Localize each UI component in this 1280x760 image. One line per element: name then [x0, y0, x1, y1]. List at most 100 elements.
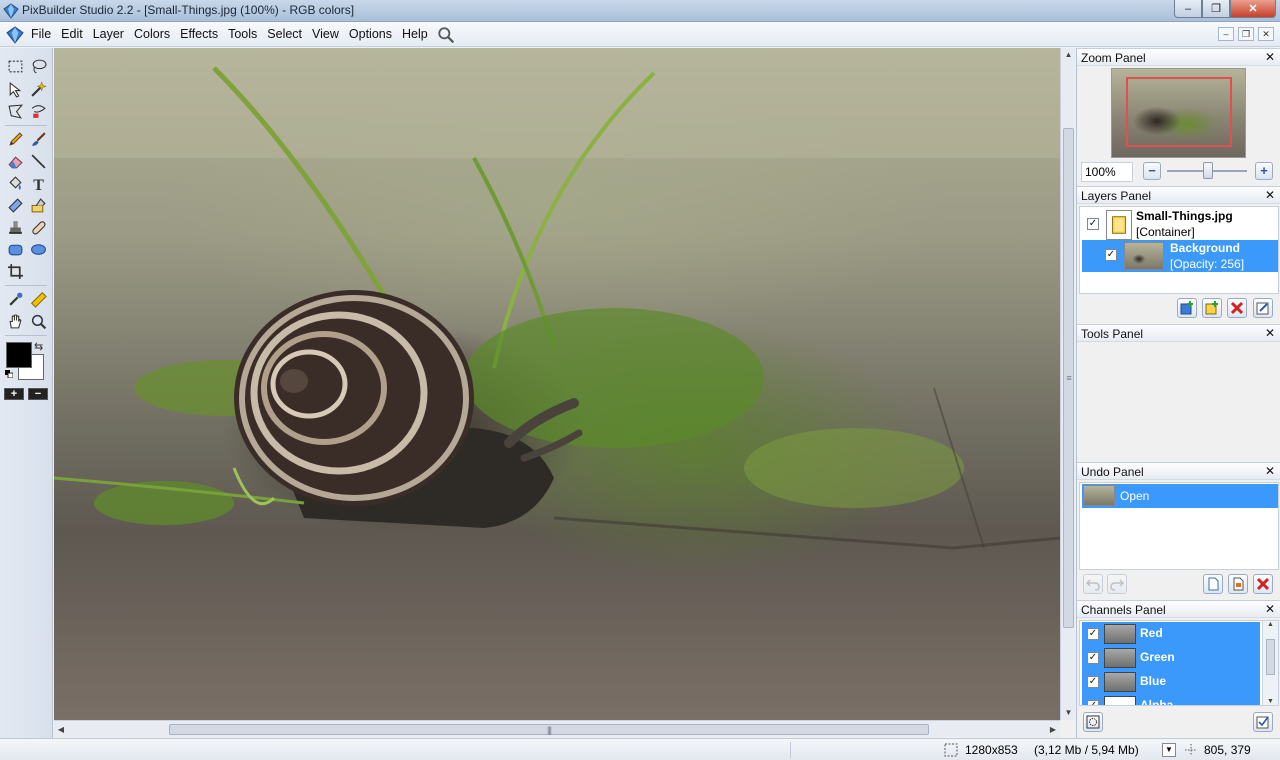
redo-arrow-icon [1110, 579, 1124, 591]
pencil-tool-icon[interactable] [5, 129, 25, 149]
magnetic-lasso-tool-icon[interactable] [28, 101, 48, 121]
vertical-scroll-thumb[interactable]: ≡ [1063, 128, 1074, 628]
layer-container-row[interactable]: ✓ Small-Things.jpg [Container] [1082, 208, 1278, 240]
zoom-navigator-thumbnail[interactable] [1111, 68, 1246, 158]
eyedropper-tool-icon[interactable] [5, 289, 25, 309]
menu-colors[interactable]: Colors [129, 22, 175, 47]
channel-blue-checkbox[interactable]: ✓ [1087, 676, 1099, 688]
menu-view[interactable]: View [307, 22, 344, 47]
zoom-panel-close-icon[interactable]: ✕ [1265, 50, 1275, 64]
redo-button[interactable] [1107, 574, 1127, 594]
rectangle-select-tool-icon[interactable] [5, 56, 25, 76]
foreground-color-swatch[interactable] [6, 342, 32, 368]
status-dropdown-button[interactable]: ▼ [1162, 743, 1176, 757]
measure-tool-icon[interactable] [28, 289, 48, 309]
lasso-tool-icon[interactable] [28, 56, 48, 76]
channel-alpha-checkbox[interactable]: ✓ [1087, 700, 1099, 705]
horizontal-scrollbar[interactable]: ◀ ||| ▶ [54, 720, 1060, 737]
channel-row-alpha[interactable]: ✓ Alpha [1082, 694, 1260, 706]
snapshot-button[interactable] [1228, 574, 1248, 594]
zoom-out-button[interactable]: − [1143, 162, 1161, 180]
channels-scrollbar[interactable]: ▲ ▼ [1262, 621, 1278, 705]
menu-effects[interactable]: Effects [175, 22, 223, 47]
smudge-tool-icon[interactable] [28, 195, 48, 215]
layer-background-row[interactable]: ┊ ✓ Background [Opacity: 256] [1082, 240, 1278, 272]
channel-row-green[interactable]: ✓ Green [1082, 646, 1260, 670]
zoom-in-small-button[interactable]: + [4, 388, 24, 400]
scroll-right-arrow-icon[interactable]: ▶ [1046, 721, 1060, 738]
vertical-scrollbar[interactable]: ▲ ≡ ▼ [1060, 48, 1075, 720]
menu-help[interactable]: Help [397, 22, 433, 47]
new-document-from-state-button[interactable] [1203, 574, 1223, 594]
line-tool-icon[interactable] [28, 151, 48, 171]
zoom-tool-icon[interactable] [28, 311, 48, 331]
undo-item[interactable]: Open [1082, 484, 1278, 508]
scroll-up-arrow-icon[interactable]: ▲ [1061, 48, 1076, 62]
channel-green-checkbox[interactable]: ✓ [1087, 652, 1099, 664]
zoom-view-rectangle[interactable] [1126, 77, 1232, 147]
undo-button[interactable] [1083, 574, 1103, 594]
brush-tool-icon[interactable] [28, 129, 48, 149]
menu-bar: File Edit Layer Colors Effects Tools Sel… [0, 22, 1280, 47]
gradient-tool-icon[interactable] [5, 195, 25, 215]
search-icon[interactable] [437, 26, 455, 44]
document-diamond-icon[interactable] [6, 26, 24, 44]
channel-as-selection-button[interactable] [1083, 712, 1103, 732]
tree-connector-icon: ┊ [1091, 244, 1098, 255]
undo-arrow-icon [1086, 579, 1100, 591]
toolbox: T ⇆ + − [0, 48, 53, 738]
image-canvas[interactable] [54, 48, 1060, 720]
fill-bucket-tool-icon[interactable] [5, 173, 25, 193]
rounded-rectangle-tool-icon[interactable] [5, 239, 25, 259]
channels-panel-close-icon[interactable]: ✕ [1265, 602, 1275, 616]
horizontal-scroll-thumb[interactable]: ||| [169, 724, 929, 735]
new-layer-button[interactable] [1177, 298, 1197, 318]
swap-colors-icon[interactable]: ⇆ [34, 340, 43, 353]
menu-tools[interactable]: Tools [223, 22, 262, 47]
channel-red-checkbox[interactable]: ✓ [1087, 628, 1099, 640]
close-button[interactable]: ✕ [1230, 0, 1276, 18]
menu-select[interactable]: Select [262, 22, 307, 47]
ellipse-tool-icon[interactable] [28, 239, 48, 259]
tools-panel-close-icon[interactable]: ✕ [1265, 326, 1275, 340]
channel-row-red[interactable]: ✓ Red [1082, 622, 1260, 646]
undo-panel-close-icon[interactable]: ✕ [1265, 464, 1275, 478]
text-tool-icon[interactable]: T [28, 173, 48, 193]
zoom-out-small-button[interactable]: − [28, 388, 48, 400]
zoom-slider-handle[interactable] [1203, 162, 1213, 179]
menu-layer[interactable]: Layer [88, 22, 129, 47]
layers-panel-close-icon[interactable]: ✕ [1265, 188, 1275, 202]
healing-tool-icon[interactable] [28, 217, 48, 237]
channel-row-blue[interactable]: ✓ Blue [1082, 670, 1260, 694]
polygon-lasso-tool-icon[interactable] [5, 101, 25, 121]
zoom-in-button[interactable]: + [1255, 162, 1273, 180]
menu-file[interactable]: File [26, 22, 56, 47]
delete-layer-button[interactable] [1227, 298, 1247, 318]
menu-options[interactable]: Options [344, 22, 397, 47]
channel-options-button[interactable] [1253, 712, 1273, 732]
crop-tool-icon[interactable] [5, 261, 25, 281]
maximize-button[interactable]: ❐ [1202, 0, 1230, 18]
scroll-down-arrow-icon[interactable]: ▼ [1061, 706, 1076, 720]
document-restore-button[interactable]: ❐ [1238, 27, 1254, 41]
zoom-value-field[interactable]: 100% [1081, 162, 1133, 182]
layer-container-visibility-checkbox[interactable]: ✓ [1087, 218, 1099, 230]
magic-wand-tool-icon[interactable] [28, 79, 48, 99]
document-close-button[interactable]: ✕ [1258, 27, 1274, 41]
layer-background-visibility-checkbox[interactable]: ✓ [1105, 249, 1117, 261]
hand-tool-icon[interactable] [5, 311, 25, 331]
eraser-tool-icon[interactable] [5, 151, 25, 171]
minimize-button[interactable]: – [1174, 0, 1202, 18]
channel-alpha-label: Alpha [1140, 698, 1174, 706]
menu-edit[interactable]: Edit [56, 22, 88, 47]
tools-panel-title: Tools Panel [1081, 327, 1144, 341]
scroll-left-arrow-icon[interactable]: ◀ [54, 721, 68, 738]
layer-background-name: Background [1170, 241, 1241, 255]
move-tool-icon[interactable] [5, 79, 25, 99]
clone-stamp-tool-icon[interactable] [5, 217, 25, 237]
new-container-button[interactable] [1202, 298, 1222, 318]
document-minimize-button[interactable]: – [1218, 27, 1234, 41]
reset-colors-icon[interactable] [5, 370, 13, 378]
delete-state-button[interactable] [1253, 574, 1273, 594]
layer-properties-button[interactable] [1253, 298, 1273, 318]
